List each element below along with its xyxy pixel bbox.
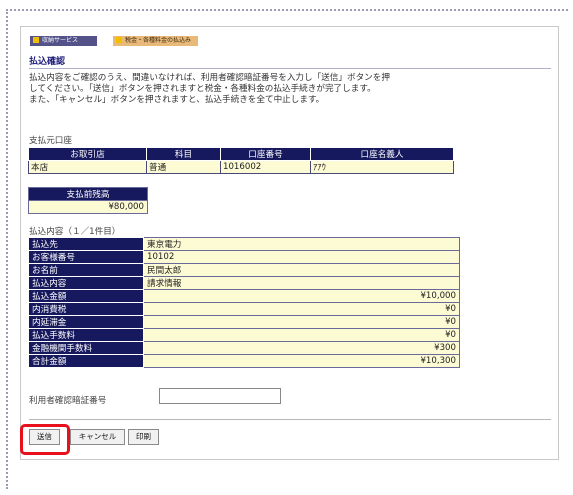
page-title: 払込確認 xyxy=(29,57,66,67)
row-value: ¥10,000 xyxy=(143,289,460,303)
payment-confirm-panel: 収納サービス 税金・各種料金の払込み 払込確認 払込内容をご確認のうえ、間違いな… xyxy=(20,26,559,460)
payment-details-label: 払込内容（１／1件目） xyxy=(29,227,121,237)
table-row: 本店 普通 1016002 ｱｱｳ xyxy=(28,160,454,174)
table-row: お名前 民間太郎 xyxy=(28,263,460,277)
table-row: 内延滞金 ¥0 xyxy=(28,315,460,329)
row-label: 内延滞金 xyxy=(28,315,144,329)
row-value: ¥10,300 xyxy=(143,354,460,368)
row-value: ¥0 xyxy=(143,302,460,316)
column-header-account-number: 口座番号 xyxy=(220,147,311,161)
row-label: 金融機関手数料 xyxy=(28,341,144,355)
row-value: 請求情報 xyxy=(143,276,460,290)
table-row: 払込金額 ¥10,000 xyxy=(28,289,460,303)
frame-dotted-left xyxy=(6,9,8,489)
cancel-button[interactable]: キャンセル xyxy=(70,429,125,445)
row-label: 合計金額 xyxy=(28,354,144,368)
table-row: 払込先 東京電力 xyxy=(28,237,460,251)
cell-account-holder: ｱｱｳ xyxy=(310,160,454,174)
payment-details-table: 払込先 東京電力 お客様番号 10102 お名前 民間太郎 払込内容 請求情報 払込金額… xyxy=(28,237,460,368)
row-label: 内消費税 xyxy=(28,302,144,316)
row-label: 払込先 xyxy=(28,237,144,251)
source-account-label: 支払元口座 xyxy=(29,136,72,146)
auth-pin-label: 利用者確認暗証番号 xyxy=(29,396,107,406)
table-row: お客様番号 10102 xyxy=(28,250,460,264)
table-row: 払込内容 請求情報 xyxy=(28,276,460,290)
row-value: ¥0 xyxy=(143,328,460,342)
instructions: 払込内容をご確認のうえ、間違いなければ、利用者確認暗証番号を入力し「送信」ボタン… xyxy=(29,73,553,106)
row-value: 10102 xyxy=(143,250,460,264)
cell-account-number: 1016002 xyxy=(220,160,311,174)
column-header-account-holder: 口座名義人 xyxy=(310,147,454,161)
row-value: 東京電力 xyxy=(143,237,460,251)
cell-branch: 本店 xyxy=(28,160,147,174)
breadcrumb-collection-service[interactable]: 収納サービス xyxy=(30,36,97,46)
row-value: 民間太郎 xyxy=(143,263,460,277)
column-header-type: 科目 xyxy=(146,147,221,161)
table-row: 金融機関手数料 ¥300 xyxy=(28,341,460,355)
table-row: 合計金額 ¥10,300 xyxy=(28,354,460,368)
row-label: お名前 xyxy=(28,263,144,277)
frame-dotted-top xyxy=(6,9,568,11)
row-label: 払込手数料 xyxy=(28,328,144,342)
balance-header-row: 支払前残高 xyxy=(28,187,148,201)
column-header-branch: お取引店 xyxy=(28,147,147,161)
instruction-line: また、「キャンセル」ボタンを押されますと、払込手続きを全て中止します。 xyxy=(29,95,325,105)
row-value: ¥300 xyxy=(143,341,460,355)
print-button[interactable]: 印刷 xyxy=(128,429,159,445)
table-header-row: お取引店 科目 口座番号 口座名義人 xyxy=(28,147,454,161)
balance-table: 支払前残高 ¥80,000 xyxy=(28,187,148,214)
row-label: 払込金額 xyxy=(28,289,144,303)
balance-header: 支払前残高 xyxy=(28,187,148,201)
source-account-table: お取引店 科目 口座番号 口座名義人 本店 普通 1016002 ｱｱｳ xyxy=(28,147,454,174)
breadcrumb-label: 収納サービス xyxy=(42,37,79,44)
auth-pin-input[interactable] xyxy=(159,388,281,404)
breadcrumb-label: 税金・各種料金の払込み xyxy=(125,37,192,44)
row-value: ¥0 xyxy=(143,315,460,329)
balance-value-row: ¥80,000 xyxy=(28,200,148,214)
row-label: お客様番号 xyxy=(28,250,144,264)
send-button-highlight xyxy=(20,424,70,455)
row-label: 払込内容 xyxy=(28,276,144,290)
bullet-square-icon xyxy=(116,37,122,43)
title-divider xyxy=(29,68,551,69)
cell-type: 普通 xyxy=(146,160,221,174)
bullet-square-icon xyxy=(33,37,39,43)
instruction-line: 払込内容をご確認のうえ、間違いなければ、利用者確認暗証番号を入力し「送信」ボタン… xyxy=(29,73,390,83)
table-row: 払込手数料 ¥0 xyxy=(28,328,460,342)
table-row: 内消費税 ¥0 xyxy=(28,302,460,316)
balance-value: ¥80,000 xyxy=(28,200,148,214)
button-divider xyxy=(29,419,551,420)
breadcrumb-tax-payment[interactable]: 税金・各種料金の払込み xyxy=(113,36,198,46)
instruction-line: してください。「送信」ボタンを押されますと税金・各種料金の払込手続きが完了します… xyxy=(29,84,376,94)
